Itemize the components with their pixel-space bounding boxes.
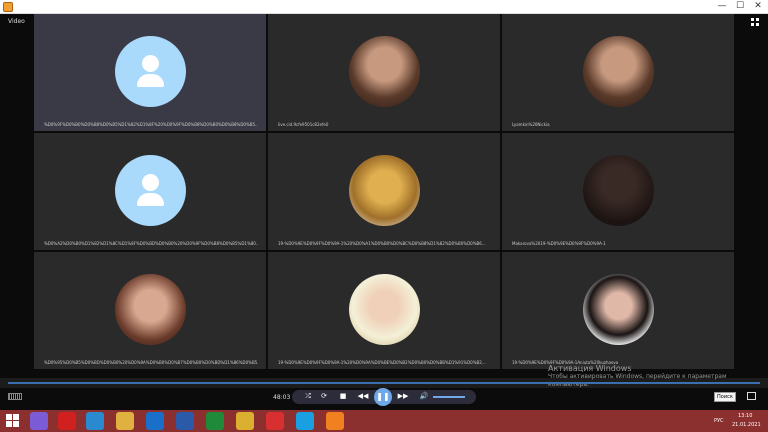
participant-name: %D0%95%D0%B5%D0%BD%D0%B0%20%D0%9A%D0%B0%… bbox=[44, 360, 258, 365]
playback-time: 48:03 bbox=[273, 394, 291, 401]
clock-time[interactable]: 13:10 bbox=[738, 413, 752, 419]
participant-photo bbox=[583, 274, 654, 345]
participant-name: Lyamkin%20Nickia bbox=[512, 122, 550, 127]
volume-slider[interactable] bbox=[433, 396, 465, 398]
participant-photo bbox=[349, 36, 420, 107]
taskbar-skype-icon[interactable] bbox=[296, 412, 314, 430]
participant-name: %D0%A2%D0%B0%D1%82%D1%8C%D1%8F%D0%BD%D0%… bbox=[44, 241, 258, 246]
participant-tile-6[interactable]: Makarova%2019-%D0%9E%D0%9F%D0%9A-1 bbox=[502, 133, 734, 250]
participant-photo bbox=[583, 155, 654, 226]
activation-watermark: Активация Windows Чтобы активировать Win… bbox=[548, 364, 748, 389]
taskbar-player-icon[interactable] bbox=[326, 412, 344, 430]
grid-view-icon[interactable] bbox=[751, 18, 760, 27]
repeat-icon[interactable]: ⟳ bbox=[318, 391, 330, 402]
participant-name: 19-%D0%9E%D0%9F%D0%9A-1%20%D0%A1%D0%B0%D… bbox=[278, 241, 486, 246]
taskbar-store-icon[interactable] bbox=[206, 412, 224, 430]
pause-button[interactable]: ❚❚ bbox=[374, 388, 392, 406]
taskbar-yandex-browser-icon[interactable] bbox=[266, 412, 284, 430]
participant-tile-7[interactable]: %D0%95%D0%B5%D0%BD%D0%B0%20%D0%9A%D0%B0%… bbox=[34, 252, 266, 369]
next-button[interactable]: ▶▶ bbox=[396, 391, 410, 402]
taskbar-app-icon[interactable] bbox=[30, 412, 48, 430]
search-tooltip: Поиск bbox=[714, 392, 736, 402]
participant-tile-4[interactable]: %D0%A2%D0%B0%D1%82%D1%8C%D1%8F%D0%BD%D0%… bbox=[34, 133, 266, 250]
watermark-title: Активация Windows bbox=[548, 364, 632, 373]
player-window: — ☐ ✕ Video %D0%9F%D0%B0%D0%B8%D0%B5%D1%… bbox=[0, 0, 768, 410]
participant-photo bbox=[583, 36, 654, 107]
title-bar[interactable]: — ☐ ✕ bbox=[0, 0, 768, 14]
language-indicator[interactable]: РУС bbox=[714, 418, 724, 424]
taskbar-chrome-icon[interactable] bbox=[236, 412, 254, 430]
close-button[interactable]: ✕ bbox=[752, 1, 764, 12]
default-avatar-icon bbox=[115, 155, 186, 226]
start-button[interactable] bbox=[6, 414, 19, 427]
fullscreen-icon[interactable] bbox=[747, 392, 756, 400]
participant-tile-9[interactable]: 19-%D0%9E%D0%9F%D0%9A-1Aniutа%20kuzhaeva bbox=[502, 252, 734, 369]
shuffle-icon[interactable]: ⤮ bbox=[302, 391, 314, 402]
participant-name: %D0%9F%D0%B0%D0%B8%D0%B5%D1%82%D1%8F%20%… bbox=[44, 122, 258, 127]
participant-tile-8[interactable]: 19-%D0%9E%D0%9F%D0%9A-1%20%D0%9A%D0%BE%D… bbox=[268, 252, 500, 369]
app-icon bbox=[3, 2, 13, 12]
audio-meter-icon bbox=[8, 393, 22, 400]
watermark-subtitle: Чтобы активировать Windows, перейдите к … bbox=[548, 373, 727, 388]
participant-name: Makarova%2019-%D0%9E%D0%9F%D0%9A-1 bbox=[512, 241, 606, 246]
participant-grid: %D0%9F%D0%B0%D0%B8%D0%B5%D1%82%D1%8F%20%… bbox=[34, 14, 734, 369]
taskbar-word-icon[interactable] bbox=[176, 412, 194, 430]
participant-name: 19-%D0%9E%D0%9F%D0%9A-1%20%D0%9A%D0%BE%D… bbox=[278, 360, 486, 365]
participant-tile-5[interactable]: 19-%D0%9E%D0%9F%D0%9A-1%20%D0%A1%D0%B0%D… bbox=[268, 133, 500, 250]
clock-date[interactable]: 21.01.2021 bbox=[732, 422, 761, 428]
participant-tile-2[interactable]: live.cid.9cfe9501c82efe0 bbox=[268, 14, 500, 131]
stop-button[interactable]: ■ bbox=[337, 391, 349, 402]
default-avatar-icon bbox=[115, 36, 186, 107]
taskbar-app-icon[interactable] bbox=[86, 412, 104, 430]
participant-tile-3[interactable]: Lyamkin%20Nickia bbox=[502, 14, 734, 131]
participant-tile-1[interactable]: %D0%9F%D0%B0%D0%B8%D0%B5%D1%82%D1%8F%20%… bbox=[34, 14, 266, 131]
taskbar-ie-icon[interactable] bbox=[146, 412, 164, 430]
video-label: Video bbox=[8, 18, 25, 25]
maximize-button[interactable]: ☐ bbox=[734, 1, 746, 12]
previous-button[interactable]: ◀◀ bbox=[356, 391, 370, 402]
participant-name: live.cid.9cfe9501c82efe0 bbox=[278, 122, 329, 127]
minimize-button[interactable]: — bbox=[716, 1, 728, 12]
seek-bar[interactable] bbox=[8, 382, 760, 384]
participant-photo bbox=[115, 274, 186, 345]
taskbar-folder-icon[interactable] bbox=[116, 412, 134, 430]
participant-photo bbox=[349, 274, 420, 345]
participant-photo bbox=[349, 155, 420, 226]
taskbar-yandex-icon[interactable] bbox=[58, 412, 76, 430]
volume-icon[interactable]: 🔊 bbox=[418, 391, 430, 402]
